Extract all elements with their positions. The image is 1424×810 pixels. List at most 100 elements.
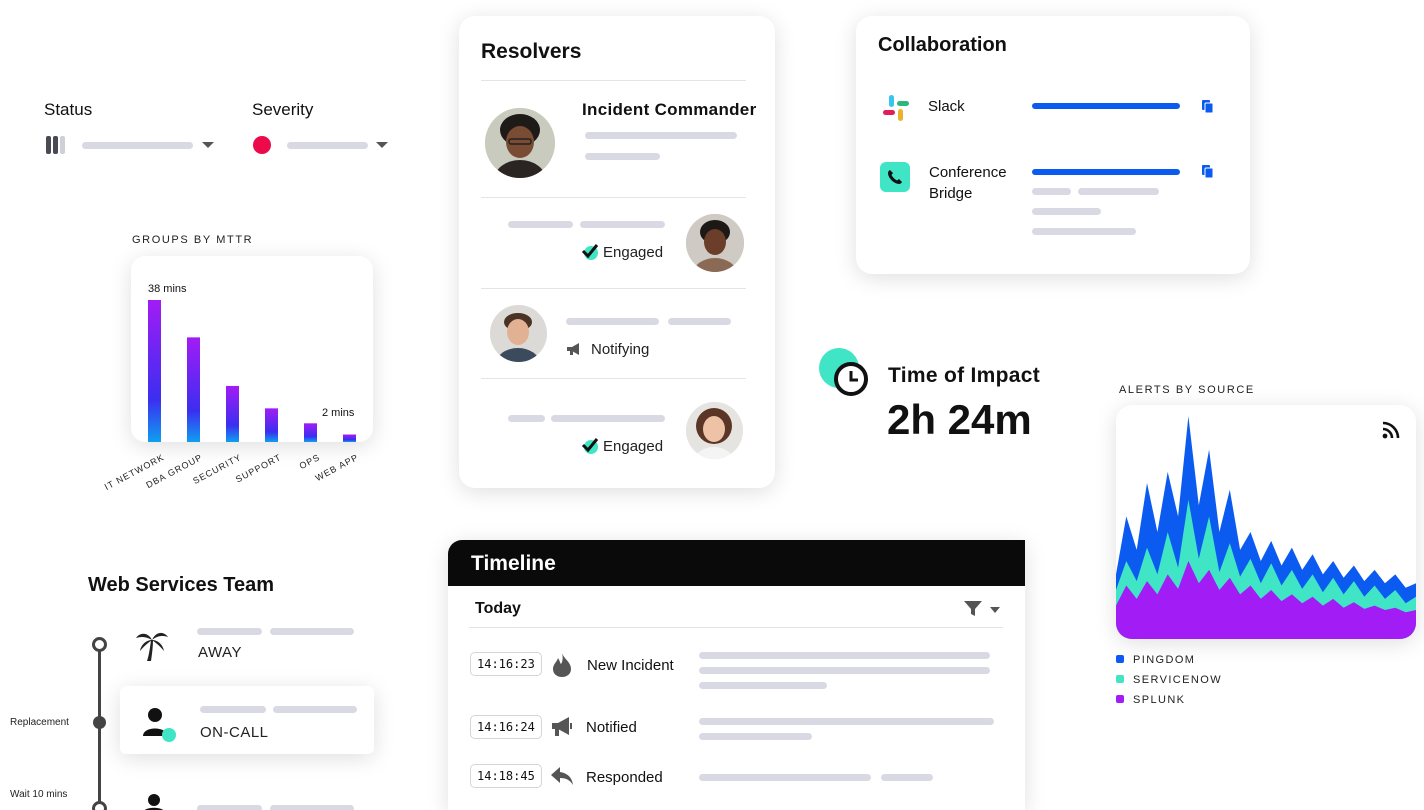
mttr-bar-ops: [304, 423, 317, 442]
event-1-time: 14:16:23: [470, 652, 542, 676]
impact-label: Time of Impact: [888, 364, 1041, 387]
step-2-node-icon: [93, 716, 106, 729]
mttr-chart-title: GROUPS BY MTTR: [132, 234, 254, 246]
person-icon: [142, 793, 166, 810]
commander-info-line-2: [585, 153, 660, 160]
oncall-card[interactable]: ON-CALL: [120, 686, 374, 754]
oncall-line-a: [200, 706, 266, 713]
away-line-b: [270, 628, 354, 635]
event-1-label: New Incident: [587, 657, 674, 674]
alerts-chart-card: [1116, 405, 1416, 639]
severity-select-placeholder[interactable]: [287, 142, 368, 149]
event-2-line-a: [699, 718, 994, 725]
mttr-x-tick-label: OPS: [297, 452, 322, 472]
clock-icon: [818, 348, 870, 398]
mttr-x-tick-label: WEB APP: [314, 452, 361, 484]
slack-link-bar[interactable]: [1032, 103, 1180, 109]
escalation-line: [98, 648, 101, 810]
engaged-check-icon: [581, 437, 599, 455]
event-1-line-b: [699, 667, 990, 674]
bridge-line-a: [1032, 188, 1071, 195]
slack-copy-icon[interactable]: [1202, 100, 1214, 114]
mttr-bar-security: [226, 385, 239, 442]
legend-pingdom: PINGDOM: [1116, 654, 1195, 666]
alerts-chart-title: ALERTS BY SOURCE: [1119, 384, 1255, 396]
resolver-1-line-a: [508, 221, 573, 228]
severity-dot-icon: [253, 136, 271, 154]
resolver-2-line-b: [668, 318, 731, 325]
event-3-line-b: [881, 774, 933, 781]
incident-commander-title: Incident Commander: [582, 100, 757, 119]
resolver-1-line-b: [580, 221, 665, 228]
mttr-bottom-value-label: 2 mins: [322, 407, 355, 419]
bridge-label-line-1: Conference: [929, 164, 1007, 181]
oncall-line-b: [273, 706, 357, 713]
bridge-line-d: [1032, 228, 1136, 235]
replacement-label: Replacement: [10, 717, 69, 728]
resolver-3-avatar: [686, 402, 743, 459]
bridge-line-c: [1032, 208, 1101, 215]
resolver-3-line-b: [551, 415, 665, 422]
commander-info-line-1: [585, 132, 737, 139]
bridge-link-bar[interactable]: [1032, 169, 1180, 175]
away-status: AWAY: [198, 644, 242, 661]
reply-arrow-icon: [550, 766, 574, 786]
engaged-check-icon: [581, 243, 599, 261]
step-3-line-b: [270, 805, 354, 810]
timeline-title: Timeline: [471, 552, 556, 575]
resolver-2-line-a: [566, 318, 659, 325]
resolver-1-avatar: [686, 214, 744, 272]
event-3-time: 14:18:45: [470, 764, 542, 788]
team-title: Web Services Team: [88, 574, 275, 596]
resolvers-title: Resolvers: [481, 40, 582, 63]
collaboration-card: Collaboration Slack Conference Bridge: [856, 16, 1250, 274]
timeline-day: Today: [475, 600, 521, 617]
status-select-placeholder[interactable]: [82, 142, 193, 149]
resolvers-card: Resolvers Incident Commander Engaged Not…: [459, 16, 775, 488]
step-3-line-a: [197, 805, 262, 810]
status-dropdown-caret-icon[interactable]: [202, 142, 214, 148]
filter-icon[interactable]: [964, 601, 982, 617]
mttr-bar-it-network: [148, 300, 161, 442]
timeline-panel: Timeline Today 14:16:23 New Incident 14:…: [448, 540, 1025, 810]
event-3-label: Responded: [586, 769, 663, 786]
status-filter-label: Status: [44, 100, 93, 119]
event-2-line-b: [699, 733, 812, 740]
oncall-person-icon: [142, 706, 178, 742]
rss-feed-icon[interactable]: [1382, 421, 1400, 439]
mttr-bar-web-app: [343, 434, 356, 442]
legend-servicenow: SERVICENOW: [1116, 674, 1222, 686]
slack-icon: [880, 92, 912, 124]
collaboration-title: Collaboration: [878, 34, 1007, 56]
incident-commander-avatar: [485, 108, 555, 178]
event-3-line-a: [699, 774, 871, 781]
slack-label: Slack: [928, 98, 965, 115]
step-3-node-icon: [92, 801, 107, 810]
oncall-status: ON-CALL: [200, 724, 269, 741]
severity-dropdown-caret-icon[interactable]: [376, 142, 388, 148]
step-1-node-icon: [92, 637, 107, 652]
event-2-label: Notified: [586, 719, 637, 736]
event-1-line-a: [699, 652, 990, 659]
event-2-time: 14:16:24: [470, 715, 542, 739]
palm-tree-icon: [134, 628, 170, 662]
event-1-line-c: [699, 682, 827, 689]
mttr-bar-support: [265, 408, 278, 442]
resolver-2-avatar: [490, 305, 547, 362]
impact-value: 2h 24m: [887, 396, 1032, 443]
resolver-3-status: Engaged: [603, 438, 664, 455]
filter-caret-icon[interactable]: [990, 607, 1000, 613]
severity-filter-label: Severity: [252, 100, 314, 119]
mttr-bar-dba-group: [187, 337, 200, 442]
phone-icon: [880, 162, 910, 192]
timeline-header: Timeline: [448, 540, 1025, 586]
resolver-2-status: Notifying: [591, 341, 650, 358]
legend-splunk: SPLUNK: [1116, 694, 1185, 706]
wait-label: Wait 10 mins: [10, 789, 68, 800]
megaphone-icon: [566, 342, 582, 356]
bridge-copy-icon[interactable]: [1202, 165, 1214, 179]
resolver-3-line-a: [508, 415, 545, 422]
bridge-line-b: [1078, 188, 1159, 195]
alerts-area-chart: [1116, 416, 1416, 639]
resolver-1-status: Engaged: [603, 244, 664, 261]
